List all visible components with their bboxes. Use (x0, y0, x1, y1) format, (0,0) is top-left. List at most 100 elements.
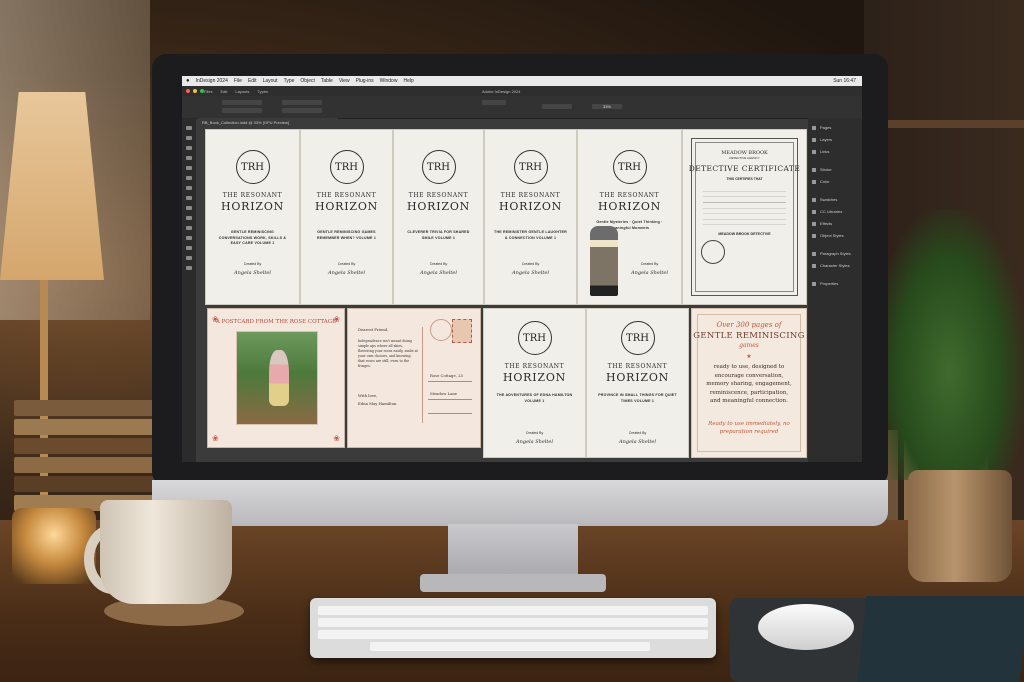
rectangle-frame-tool-icon[interactable] (186, 196, 192, 200)
panel-pages[interactable]: Pages (808, 122, 862, 134)
created-by: Created By (243, 262, 262, 266)
address-line (428, 413, 472, 414)
opacity-field[interactable] (542, 104, 572, 109)
y-field[interactable] (222, 108, 262, 113)
created-by: Created By (640, 262, 659, 266)
cover-page-4[interactable]: TRH THE RESONANT HORIZON THE REMINISTER … (485, 130, 576, 304)
document-canvas[interactable]: TRH THE RESONANT HORIZON GENTLE REMINISC… (196, 127, 808, 462)
star-icon: ★ (746, 354, 752, 360)
cover-page-1[interactable]: TRH THE RESONANT HORIZON GENTLE REMINISC… (206, 130, 299, 304)
cover-page-2[interactable]: TRH THE RESONANT HORIZON GENTLE REMINISC… (301, 130, 392, 304)
panel-swatches[interactable]: Swatches (808, 194, 862, 206)
document-tab[interactable]: RB_Book_Collection.indd @ 33% [GPU Previ… (198, 118, 338, 127)
h-field[interactable] (282, 108, 322, 113)
title-types[interactable]: Types (257, 89, 268, 94)
created-by: Created By (521, 262, 540, 266)
detective-certificate-page[interactable]: MEADOW BROOK DETECTIVE AGENCY DETECTIVE … (683, 130, 806, 304)
menu-view[interactable]: View (339, 78, 350, 84)
direct-selection-tool-icon[interactable] (186, 136, 192, 140)
seal-icon (701, 240, 725, 264)
cover-page-edna[interactable]: TRH THE RESONANT HORIZON THE ADVENTURES … (484, 309, 585, 457)
panel-effects[interactable]: Effects (808, 218, 862, 230)
created-by: Created By (429, 262, 448, 266)
panel-character-styles[interactable]: Character Styles (808, 260, 862, 272)
certificate-award: MEADOW BROOK DETECTIVE (718, 232, 771, 236)
menu-table[interactable]: Table (321, 78, 333, 84)
zoom-icon[interactable] (200, 89, 204, 93)
author-signature: Angela Sheltel (516, 439, 553, 445)
cover-page-mystery[interactable]: TRH THE RESONANT HORIZON Gentle Mysterie… (578, 130, 681, 304)
author-signature: Angela Sheltel (234, 270, 271, 276)
menu-clock: Sun 16:47 (833, 78, 856, 84)
hand-tool-icon[interactable] (186, 256, 192, 260)
title-layouts[interactable]: Layouts (235, 89, 249, 94)
menu-help[interactable]: Help (403, 78, 413, 84)
created-by: Created By (337, 262, 356, 266)
brand-line1: THE RESONANT (504, 363, 565, 370)
line-tool-icon[interactable] (186, 166, 192, 170)
cover-page-quiet[interactable]: TRH THE RESONANT HORIZON PROVINCE IN SMA… (587, 309, 688, 457)
panel-properties[interactable]: Properties (808, 278, 862, 290)
brand-line1: THE RESONANT (408, 192, 469, 199)
brand-line2: HORIZON (406, 200, 471, 213)
brand-logo-icon: TRH (513, 150, 548, 184)
panel-paragraph-styles[interactable]: Paragraph Styles (808, 248, 862, 260)
author-signature: Angela Sheltel (619, 439, 656, 445)
brand-logo-icon: TRH (329, 150, 364, 184)
cover-page-3[interactable]: TRH THE RESONANT HORIZON CLEVERER TRIVIA… (394, 130, 483, 304)
postcard-greeting: Dearest Friend, (358, 327, 389, 332)
panel-links[interactable]: Links (808, 146, 862, 158)
brand-logo-icon: TRH (620, 321, 655, 355)
menu-type[interactable]: Type (284, 78, 295, 84)
zoom-level[interactable]: 33% (592, 104, 622, 109)
postcard-front-page[interactable]: A POSTCARD FROM THE ROSE COTTAGE ❀ ❀ ❀ ❀ (208, 309, 344, 447)
monitor-chin (152, 480, 888, 526)
brand-line1: THE RESONANT (316, 192, 377, 199)
promo-page[interactable]: Over 300 pages of GENTLE REMINISCING gam… (692, 309, 806, 457)
menu-window[interactable]: Window (380, 78, 398, 84)
brand-line2: HORIZON (314, 200, 379, 213)
panel-object-styles[interactable]: Object Styles (808, 230, 862, 242)
coffee-mug (100, 500, 232, 604)
eyedropper-tool-icon[interactable] (186, 246, 192, 250)
menu-edit[interactable]: Edit (248, 78, 257, 84)
panel-stroke[interactable]: Stroke (808, 164, 862, 176)
menu-object[interactable]: Object (300, 78, 314, 84)
postcard-back-page[interactable]: Dearest Friend, Independence isn't meant… (348, 309, 480, 447)
panel-cc-libraries[interactable]: CC Libraries (808, 206, 862, 218)
type-tool-icon[interactable] (186, 156, 192, 160)
author-signature: Angela Sheltel (420, 270, 457, 276)
menu-plugins[interactable]: Plug-ins (356, 78, 374, 84)
apple-icon[interactable]: ● (186, 78, 190, 84)
postcard-divider (422, 327, 423, 423)
mouse (758, 604, 854, 650)
certificate-text-lines (703, 186, 786, 226)
gradient-tool-icon[interactable] (186, 226, 192, 230)
stroke-field[interactable] (482, 100, 506, 105)
page-tool-icon[interactable] (186, 146, 192, 150)
pen-tool-icon[interactable] (186, 176, 192, 180)
menu-layout[interactable]: Layout (263, 78, 278, 84)
note-tool-icon[interactable] (186, 236, 192, 240)
panel-layers[interactable]: Layers (808, 134, 862, 146)
cover-subtitle: CLEVERER TRIVIA FOR SHARED SMILE VOLUME … (407, 230, 470, 240)
menu-app[interactable]: InDesign 2024 (196, 78, 228, 84)
w-field[interactable] (282, 100, 322, 105)
brand-line1: THE RESONANT (222, 192, 283, 199)
selection-tool-icon[interactable] (186, 126, 192, 130)
pencil-tool-icon[interactable] (186, 186, 192, 190)
screen: ● InDesign 2024 File Edit Layout Type Ob… (182, 76, 862, 462)
minimize-icon[interactable] (193, 89, 197, 93)
zoom-tool-icon[interactable] (186, 266, 192, 270)
x-field[interactable] (222, 100, 262, 105)
panel-color[interactable]: Color (808, 176, 862, 188)
close-icon[interactable] (186, 89, 190, 93)
rectangle-tool-icon[interactable] (186, 206, 192, 210)
menu-file[interactable]: File (234, 78, 242, 84)
postcard-body: Independence isn't meant doing simple up… (358, 339, 418, 368)
title-edit[interactable]: Edit (220, 89, 227, 94)
candle (12, 508, 96, 584)
title-files[interactable]: Files (204, 89, 212, 94)
stamp-icon (452, 319, 472, 343)
scissors-tool-icon[interactable] (186, 216, 192, 220)
